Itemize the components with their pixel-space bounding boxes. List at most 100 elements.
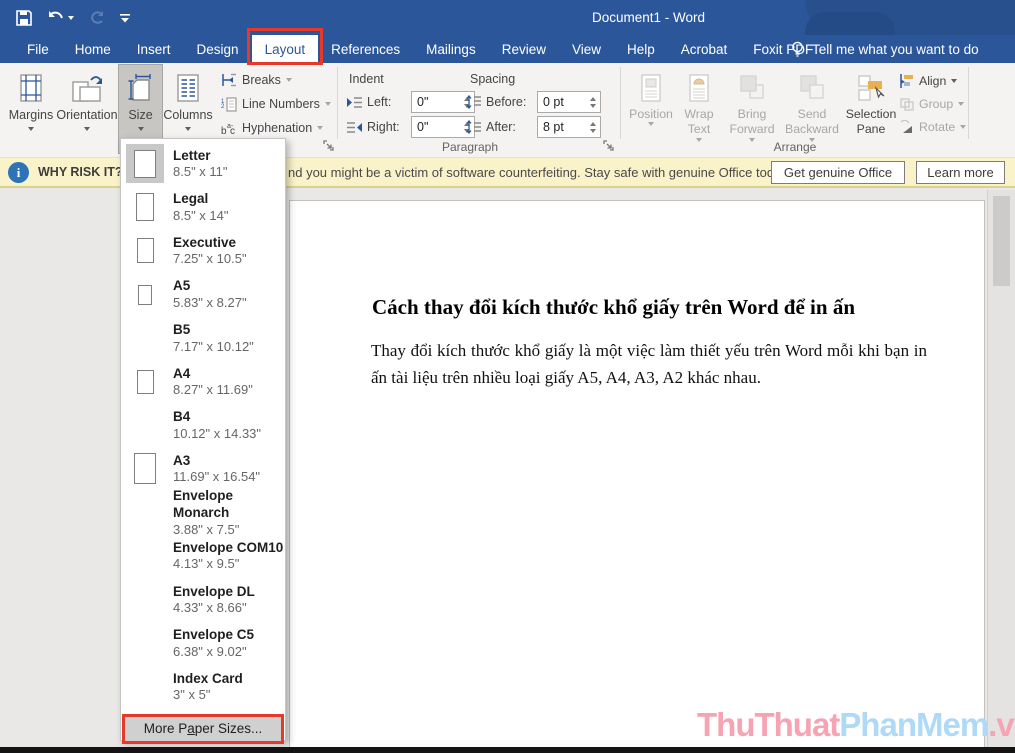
- document-page[interactable]: Cách thay đổi kích thước khổ giấy trên W…: [289, 200, 985, 747]
- paper-size-name: Envelope COM10: [173, 539, 283, 557]
- paper-size-name: Envelope C5: [173, 626, 254, 644]
- undo-dropdown-icon[interactable]: [68, 16, 74, 20]
- ribbon-tab[interactable]: Home: [62, 35, 124, 63]
- paper-size-item[interactable]: B5 7.17" x 10.12": [121, 316, 285, 360]
- titlebar-decoration: [805, 12, 895, 35]
- breaks-button[interactable]: Breaks: [221, 68, 331, 92]
- hyphenation-button[interactable]: bca- Hyphenation: [221, 116, 331, 140]
- ribbon-tab[interactable]: View: [559, 35, 614, 63]
- paper-size-name: Legal: [173, 190, 229, 208]
- paper-size-text: Legal 8.5" x 14": [173, 190, 229, 224]
- paper-icon: [137, 370, 154, 394]
- ribbon-tab[interactable]: Review: [489, 35, 559, 63]
- save-icon[interactable]: [16, 10, 32, 26]
- paper-icon-cell: [126, 493, 164, 532]
- vertical-scrollbar[interactable]: [987, 190, 1015, 747]
- ribbon-tab[interactable]: File: [14, 35, 62, 63]
- ribbon-tab[interactable]: Acrobat: [668, 35, 741, 63]
- orientation-label: Orientation: [56, 108, 117, 123]
- spinner-buttons[interactable]: [585, 117, 600, 137]
- svg-text:2: 2: [221, 104, 225, 110]
- learn-more-button[interactable]: Learn more: [916, 161, 1005, 184]
- more-paper-sizes-item[interactable]: More Paper Sizes...: [125, 717, 281, 741]
- indent-right-value: 0": [412, 117, 459, 137]
- more-label-post: per Sizes...: [195, 721, 263, 736]
- page-setup-dialog-launcher[interactable]: [321, 138, 335, 152]
- paragraph-dialog-launcher[interactable]: [601, 138, 615, 152]
- paper-size-item[interactable]: Index Card 3" x 5": [121, 665, 285, 709]
- rotate-icon: [899, 120, 914, 134]
- paper-icon-cell: [126, 319, 164, 358]
- paper-size-text: Index Card 3" x 5": [173, 670, 243, 704]
- paper-size-item[interactable]: Executive 7.25" x 10.5": [121, 229, 285, 273]
- align-button[interactable]: Align: [899, 69, 966, 92]
- scrollbar-thumb[interactable]: [993, 196, 1010, 286]
- breaks-label: Breaks: [242, 73, 281, 87]
- customize-quick-access-icon[interactable]: [120, 13, 130, 23]
- ribbon-tab[interactable]: Design: [184, 35, 252, 63]
- line-numbers-label: Line Numbers: [242, 97, 320, 111]
- paper-size-dims: 4.33" x 8.66": [173, 600, 255, 617]
- columns-label: Columns: [163, 108, 212, 123]
- arrange-menu-column: Align Group Rotate: [899, 69, 966, 138]
- paper-size-item[interactable]: A4 8.27" x 11.69": [121, 360, 285, 404]
- paragraph-group-label: Paragraph: [390, 140, 550, 154]
- send-backward-icon: [798, 72, 826, 104]
- paper-size-item[interactable]: Envelope DL 4.33" x 8.66": [121, 578, 285, 622]
- spacing-before-input[interactable]: 0 pt: [537, 91, 601, 113]
- wrap-text-icon: [687, 72, 711, 104]
- arrange-group-label: Arrange: [720, 140, 870, 154]
- paper-size-item[interactable]: Legal 8.5" x 14": [121, 186, 285, 230]
- paper-icon-cell: [126, 275, 164, 314]
- ribbon-tab-label: Layout: [265, 42, 306, 57]
- paper-icon-cell: [126, 144, 164, 183]
- paper-size-item[interactable]: Envelope COM10 4.13" x 9.5": [121, 534, 285, 578]
- ribbon-tab[interactable]: Mailings: [413, 35, 489, 63]
- indent-left-value: 0": [412, 92, 459, 112]
- tell-me-label: Tell me what you want to do: [812, 42, 979, 57]
- line-numbers-button[interactable]: 12 Line Numbers: [221, 92, 331, 116]
- watermark-part3: .vn: [988, 706, 1015, 743]
- paper-icon: [136, 193, 154, 221]
- breaks-icon: [221, 73, 237, 87]
- spacing-before-label: Before:: [486, 95, 529, 109]
- paper-size-item[interactable]: Envelope Monarch 3.88" x 7.5": [121, 491, 285, 535]
- paper-size-item[interactable]: B4 10.12" x 14.33": [121, 404, 285, 448]
- position-label: Position: [629, 107, 673, 122]
- paper-size-dims: 8.27" x 11.69": [173, 382, 253, 399]
- ribbon-tab-label: Acrobat: [681, 42, 728, 57]
- tell-me-box[interactable]: Tell me what you want to do: [791, 35, 979, 63]
- paper-icon: [134, 150, 156, 178]
- get-genuine-office-button[interactable]: Get genuine Office: [771, 161, 905, 184]
- red-annotation-box: More Paper Sizes...: [122, 714, 284, 744]
- selection-pane-icon: [856, 72, 886, 104]
- chevron-down-icon: [958, 102, 964, 106]
- paper-size-item[interactable]: A3 11.69" x 16.54": [121, 447, 285, 491]
- paper-size-item[interactable]: Letter 8.5" x 11": [121, 142, 285, 186]
- spacing-after-input[interactable]: 8 pt: [537, 116, 601, 138]
- spinner-buttons[interactable]: [585, 92, 600, 112]
- margins-button[interactable]: Margins: [6, 65, 56, 153]
- paper-icon-cell: [126, 188, 164, 227]
- undo-button[interactable]: [47, 10, 74, 26]
- ribbon-tab[interactable]: Help: [614, 35, 668, 63]
- hyphenation-label: Hyphenation: [242, 121, 312, 135]
- bring-forward-icon: [738, 72, 766, 104]
- paper-size-text: Envelope Monarch 3.88" x 7.5": [173, 487, 285, 539]
- wrap-text-button: Wrap Text: [676, 65, 722, 153]
- size-label: Size: [128, 108, 152, 123]
- paper-size-dims: 4.13" x 9.5": [173, 556, 283, 573]
- ribbon-tab[interactable]: Insert: [124, 35, 184, 63]
- chevron-down-icon: [696, 138, 702, 142]
- paper-size-text: Envelope C5 6.38" x 9.02": [173, 626, 254, 660]
- ribbon-tab[interactable]: Layout: [252, 35, 319, 63]
- paper-size-item[interactable]: Envelope C5 6.38" x 9.02": [121, 622, 285, 666]
- paper-size-dims: 7.17" x 10.12": [173, 339, 254, 356]
- paper-size-item[interactable]: A5 5.83" x 8.27": [121, 273, 285, 317]
- ribbon-tab[interactable]: References: [318, 35, 413, 63]
- indent-right-icon: [346, 121, 363, 134]
- ribbon-tab-label: Review: [502, 42, 546, 57]
- orientation-button[interactable]: Orientation: [58, 65, 116, 153]
- paper-size-text: A5 5.83" x 8.27": [173, 277, 247, 311]
- ribbon-tab-label: Design: [197, 42, 239, 57]
